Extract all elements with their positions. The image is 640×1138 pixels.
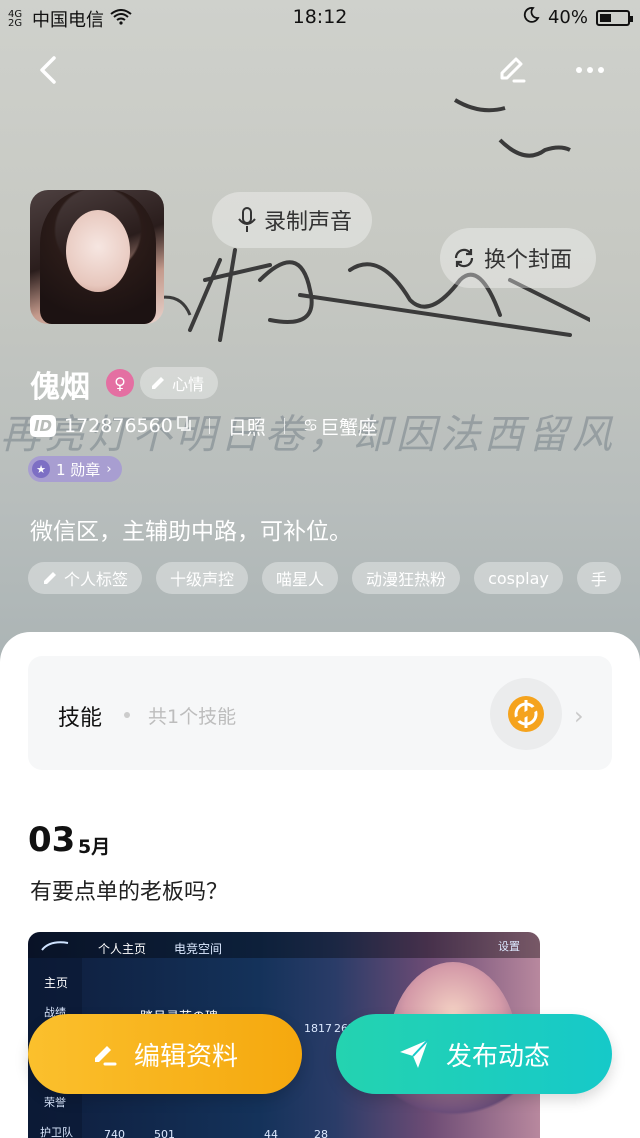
pencil-icon xyxy=(94,1046,117,1066)
zodiac-cancer-icon: ♋ xyxy=(302,416,319,436)
paper-plane-icon xyxy=(399,1039,429,1068)
mood-button[interactable]: 心情 xyxy=(140,367,219,399)
refresh-icon xyxy=(454,248,474,268)
record-voice-label: 录制声音 xyxy=(264,210,353,235)
mood-label: 心情 xyxy=(172,375,205,394)
microphone-icon xyxy=(238,207,256,232)
more-button[interactable] xyxy=(568,48,612,92)
bird-sketch xyxy=(453,98,571,158)
pencil-icon xyxy=(152,377,164,389)
tag-personal[interactable]: 个人标签 xyxy=(28,562,143,594)
edit-cover-button[interactable] xyxy=(490,48,534,92)
star-icon: ★ xyxy=(32,460,50,478)
skills-card[interactable]: 技能 共1个技能 › xyxy=(28,656,612,770)
edit-profile-label: 编辑资料 xyxy=(133,1041,238,1072)
pen-icon xyxy=(500,57,526,83)
back-button[interactable] xyxy=(26,48,70,92)
avatar[interactable] xyxy=(30,190,164,324)
skills-title: 技能 xyxy=(58,706,103,731)
game-skill-icon xyxy=(490,678,562,750)
game-logo-icon xyxy=(41,941,69,951)
user-id: 172876560 xyxy=(64,415,173,437)
edit-profile-button[interactable]: 编辑资料 xyxy=(28,1014,302,1094)
medal-label: 1 勋章 xyxy=(56,460,101,479)
copy-icon[interactable] xyxy=(177,415,191,437)
chevron-right-icon: › xyxy=(106,461,112,477)
profile-bio: 微信区，主辅助中路，可补位。 xyxy=(30,519,352,545)
location-text: 日照 xyxy=(227,416,266,439)
female-gender-icon: ♀ xyxy=(106,369,134,397)
publish-post-label: 发布动态 xyxy=(445,1041,550,1072)
post-day: 03 xyxy=(28,820,76,860)
tag-item[interactable]: 喵星人 xyxy=(262,562,339,594)
moon-icon xyxy=(522,6,540,29)
battery-percent: 40% xyxy=(547,7,588,28)
pencil-icon xyxy=(44,572,56,584)
status-bar: 4G 2G 中国电信 18:12 40% xyxy=(0,0,640,34)
tag-item[interactable]: 动漫狂热粉 xyxy=(352,562,461,594)
chevron-right-icon: › xyxy=(574,702,584,730)
change-cover-label: 换个封面 xyxy=(484,248,573,273)
publish-post-button[interactable]: 发布动态 xyxy=(336,1014,612,1094)
battery-icon xyxy=(596,9,633,26)
zodiac-text: 巨蟹座 xyxy=(320,416,378,439)
post-text: 有要点单的老板吗？ xyxy=(30,880,229,905)
tag-item[interactable]: 手 xyxy=(576,562,621,594)
skills-count: 共1个技能 xyxy=(148,706,237,728)
tag-item[interactable]: 十级声控 xyxy=(156,562,249,594)
profile-name: 傀烟 xyxy=(30,370,90,405)
medal-badge[interactable]: ★ 1 勋章 › xyxy=(28,456,122,482)
tag-list: 个人标签 十级声控 喵星人 动漫狂热粉 cosplay 手 xyxy=(28,562,621,594)
id-badge: ID xyxy=(30,415,56,437)
back-icon xyxy=(40,56,56,84)
record-voice-button[interactable]: 录制声音 xyxy=(212,192,373,248)
profile-meta-row: ID 172876560 日照 ♋ 巨蟹座 xyxy=(30,412,377,440)
more-icon xyxy=(576,67,604,73)
tag-item[interactable]: cosplay xyxy=(474,562,563,594)
change-cover-button[interactable]: 换个封面 xyxy=(440,228,597,288)
post-month: 5月 xyxy=(78,836,111,858)
